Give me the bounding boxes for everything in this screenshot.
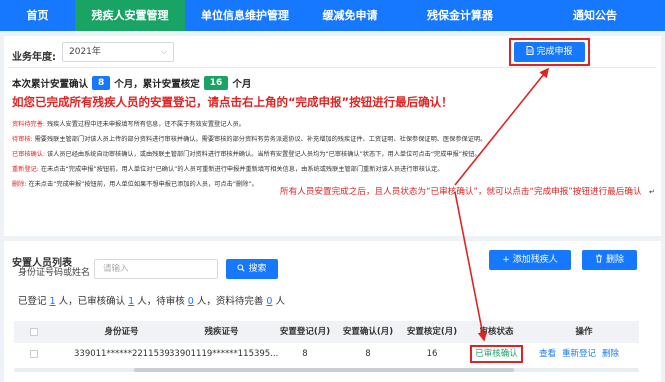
cell-confirmed: 8	[365, 349, 371, 359]
business-year-select[interactable]: 2021年 ⌵	[62, 42, 174, 62]
line-break-mark: ↵	[649, 188, 655, 196]
search-icon	[237, 264, 246, 272]
horizontal-scrollbar[interactable]	[14, 368, 639, 372]
complete-declaration-button[interactable]: 完成申报	[514, 42, 585, 62]
chevron-down-icon: ⌵	[160, 47, 167, 56]
select-all-checkbox[interactable]	[30, 328, 38, 336]
verified-months-badge: 16	[203, 76, 229, 90]
scrollbar-thumb[interactable]	[134, 368, 514, 372]
search-button[interactable]: 搜索	[226, 259, 278, 279]
business-year-label: 业务年度:	[12, 52, 56, 63]
placement-list-panel: 安置人员列表 + 添加残疾人 删除 身份证号码或姓名 请输入 搜索 已登记 1 …	[4, 241, 661, 382]
completion-notice: 如您已完成所有残疾人员的安置登记，请点击右上角的“完成申报”按钮进行最后确认！	[12, 95, 453, 109]
table-row: 339011******2211539 33901119******115395…	[14, 343, 639, 365]
status-summary: 已登记 1 人，已审核确认 1 人，待审核 0 人，资料待完善 0 人	[18, 296, 286, 307]
nav-notices[interactable]: 通知公告	[525, 0, 665, 31]
col-registered: 安置登记(月)	[279, 327, 331, 337]
pending-count[interactable]: 0	[188, 296, 194, 307]
trash-icon	[595, 254, 602, 263]
divider	[8, 67, 656, 68]
search-input[interactable]: 请输入	[94, 259, 218, 279]
incomplete-count[interactable]: 0	[266, 296, 272, 307]
help-line-pending: 待审核: 需要残联主管部门对该人员上传的部分资料进行审核并确认。需要审核的部分资…	[12, 136, 487, 143]
add-person-button[interactable]: + 添加残疾人	[489, 250, 571, 270]
col-actions: 操作	[575, 327, 593, 337]
business-year-value: 2021年	[69, 47, 101, 57]
nav-reduction-application[interactable]: 缓减免申请	[305, 0, 395, 31]
top-nav: 首页 残疾人安置管理 单位信息维护管理 缓减免申请 残保金计算器 通知公告	[0, 0, 665, 31]
nav-unit-info[interactable]: 单位信息维护管理	[185, 0, 305, 31]
placement-summary-panel: 业务年度: 2021年 ⌵ 完成申报 本次累计安置确认 8 个月，累计安置核定 …	[4, 36, 661, 236]
delete-button[interactable]: 删除	[582, 250, 637, 270]
help-line-delete: 删除: 在未点击“完成申报”按钮前，用人单位如果不想申报已添加的人员，可点击“删…	[12, 181, 258, 188]
document-icon	[526, 46, 534, 55]
search-label: 身份证号码或姓名	[18, 268, 91, 278]
col-verified: 安置核定(月)	[406, 327, 458, 337]
cell-verified: 16	[426, 349, 438, 359]
reregister-link[interactable]: 重新登记	[562, 349, 596, 359]
nav-fee-calculator[interactable]: 残保金计算器	[395, 0, 525, 31]
col-disability-cert: 残疾证号	[204, 327, 239, 337]
cell-actions: 查看 重新登记 删除	[539, 343, 639, 365]
help-line-incomplete: 资料待完善: 残疾人安置过程中还未申报填写所有信息，还不属于有效安置登记人员。	[12, 121, 245, 128]
registered-count[interactable]: 1	[50, 296, 56, 307]
cell-disability-cert: 33901119******115395...	[169, 349, 279, 359]
cell-registered: 8	[302, 349, 308, 359]
delete-link[interactable]: 删除	[602, 349, 619, 359]
nav-placement-management[interactable]: 残疾人安置管理	[75, 0, 185, 31]
cell-status: 已审核确认	[464, 343, 529, 365]
confirmed-months-badge: 8	[92, 76, 111, 90]
col-confirmed: 安置确认(月)	[342, 327, 394, 337]
view-link[interactable]: 查看	[539, 349, 556, 359]
col-id-number: 身份证号	[104, 327, 139, 337]
cell-id-number: 339011******2211539	[74, 349, 170, 359]
reviewed-count[interactable]: 1	[128, 296, 134, 307]
status-badge: 已审核确认	[470, 345, 523, 363]
table-header: 身份证号 残疾证号 安置登记(月) 安置确认(月) 安置核定(月) 审核状态 操…	[14, 321, 639, 343]
annotation-text: 所有人员安置完成之后，且人员状态为“已审核确认”，就可以点击“完成申报”按钮进行…	[280, 187, 642, 197]
row-checkbox[interactable]	[30, 350, 38, 358]
nav-home[interactable]: 首页	[0, 0, 75, 31]
help-line-reviewed: 已审核确认: 该人员已经由系统自动审核确认，或由残联主管部门对资料进行审核并确认…	[12, 151, 481, 158]
col-status: 审核状态	[479, 327, 514, 337]
placement-stats: 本次累计安置确认 8 个月，累计安置核定 16 个月	[12, 76, 252, 90]
help-line-reregister: 重新登记: 在未点击“完成申报”按钮前，用人单位对“已确认”的人员可重新进行申报…	[12, 166, 444, 173]
